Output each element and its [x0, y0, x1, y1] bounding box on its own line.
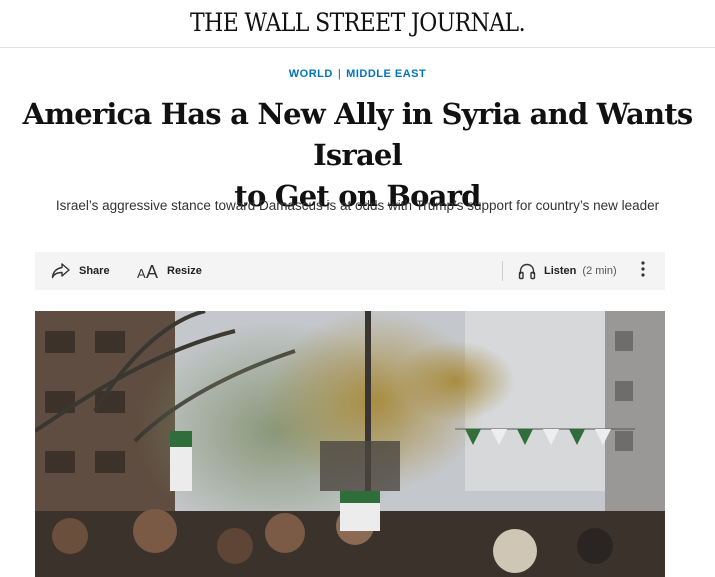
resize-label: Resize [167, 265, 202, 277]
headphones-icon [518, 262, 536, 280]
breadcrumb-separator: | [337, 68, 342, 80]
resize-icon: AA [137, 262, 159, 280]
listen-duration: (2 min) [582, 265, 617, 277]
section-link-world[interactable]: WORLD [289, 68, 333, 80]
svg-text:A: A [137, 266, 146, 280]
more-options-button[interactable] [635, 252, 651, 290]
headline-line-1: America Has a New Ally in Syria and Want… [22, 97, 694, 172]
section-link-middle-east[interactable]: MIDDLE EAST [346, 68, 426, 80]
masthead: THE WALL STREET JOURNAL. [0, 0, 715, 48]
site-logo[interactable]: THE WALL STREET JOURNAL. [190, 9, 526, 38]
resize-button[interactable]: AA Resize [137, 252, 202, 290]
section-breadcrumb: WORLD | MIDDLE EAST [0, 68, 715, 80]
photo-illustration [35, 311, 665, 577]
article-dek: Israel’s aggressive stance toward Damasc… [55, 198, 660, 213]
svg-text:A: A [146, 262, 158, 280]
share-label: Share [79, 265, 110, 277]
listen-label: Listen [544, 265, 577, 277]
listen-button[interactable]: Listen (2 min) [518, 252, 617, 290]
more-options-icon [641, 260, 645, 282]
article-hero-photo[interactable] [35, 311, 665, 577]
article-toolbar: Share AA Resize Listen (2 min) [35, 252, 665, 290]
toolbar-divider [502, 261, 503, 281]
share-icon [51, 263, 71, 279]
share-button[interactable]: Share [51, 252, 110, 290]
